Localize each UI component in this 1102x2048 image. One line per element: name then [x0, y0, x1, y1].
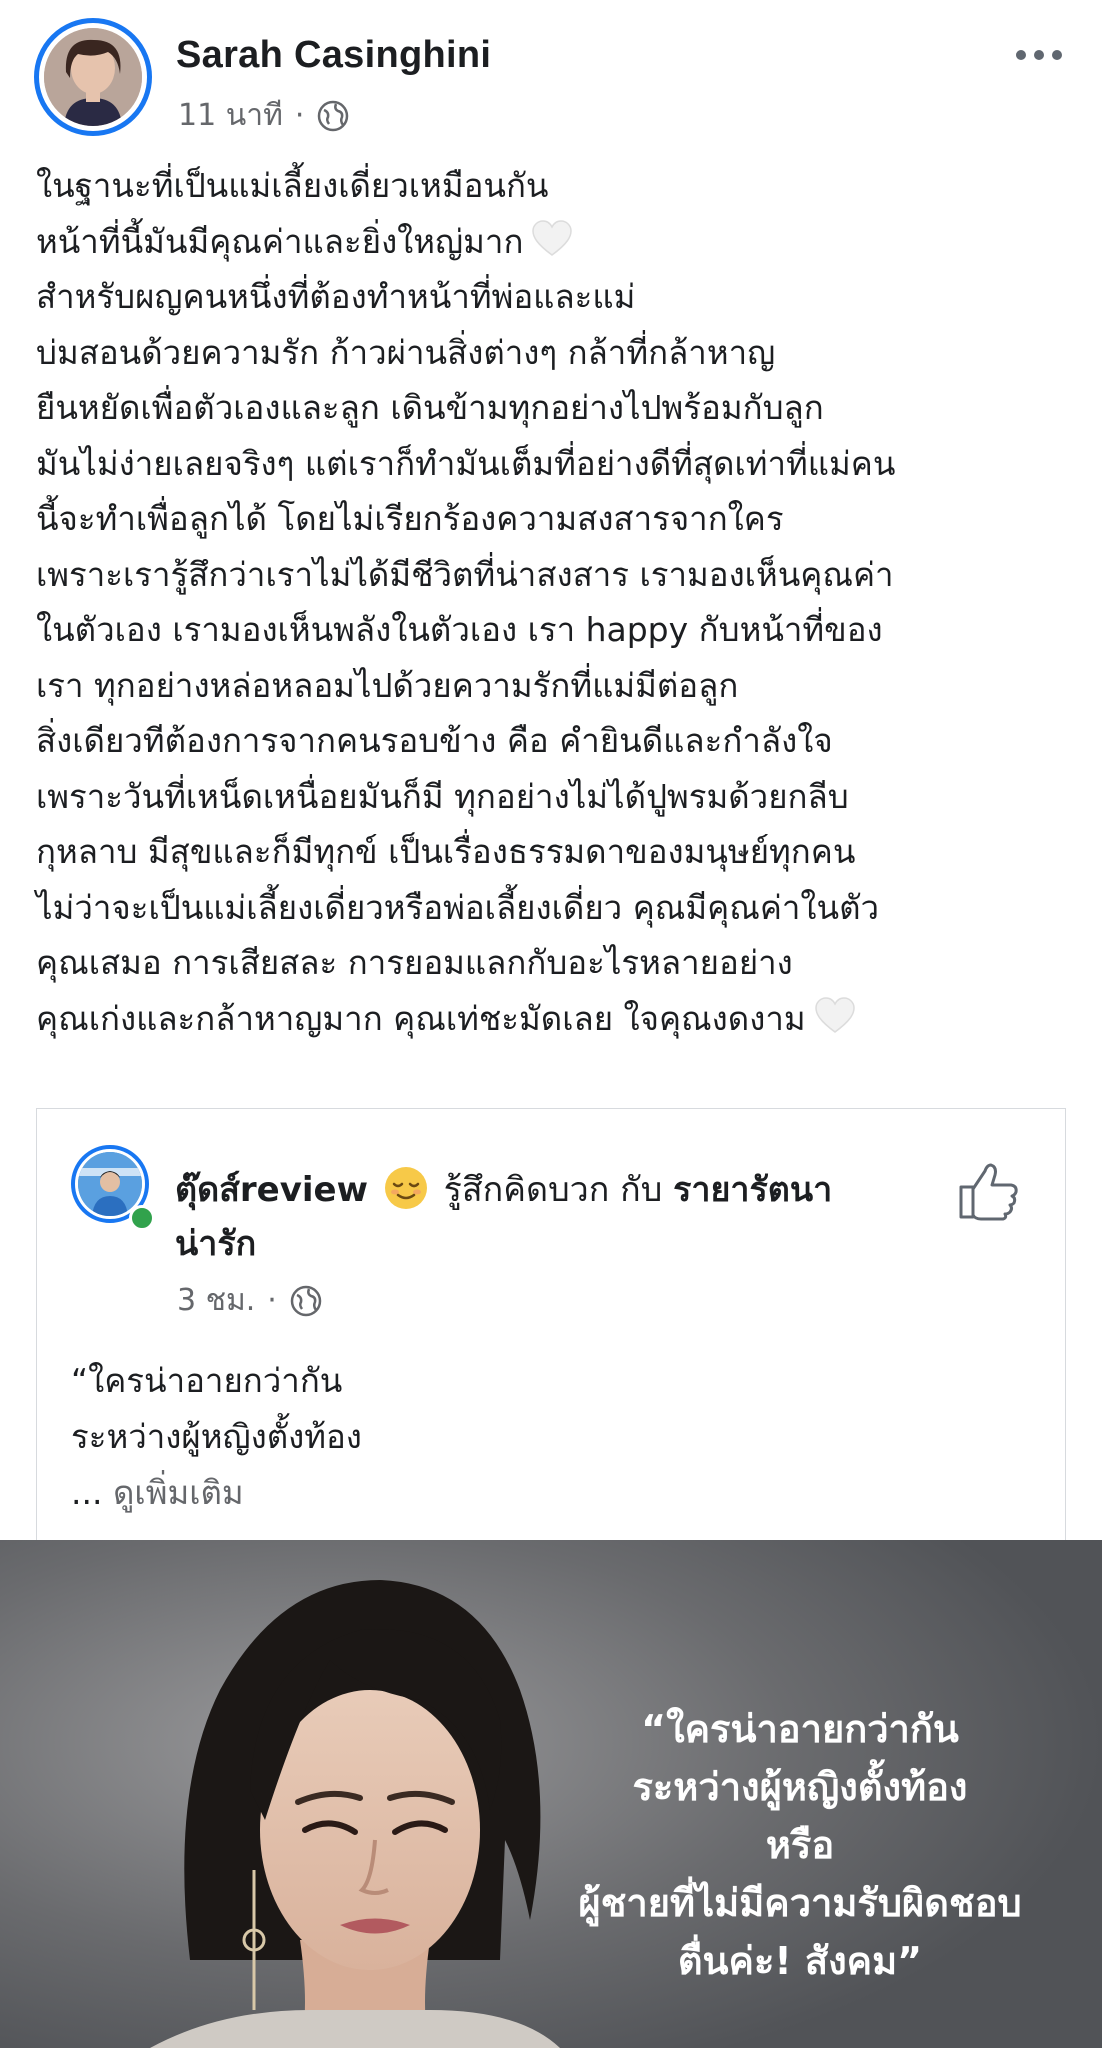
- overlay-line: ผู้ชายที่ไม่มีความรับผิดชอบ: [578, 1881, 1022, 1925]
- shared-post-card[interactable]: ตุ๊ดส์review รู้สึกคิดบวก กับ รายารัตนา …: [36, 1108, 1066, 1540]
- author-avatar[interactable]: [34, 18, 152, 136]
- shared-author-name[interactable]: ตุ๊ดส์review: [175, 1170, 368, 1210]
- more-options-icon[interactable]: [1004, 30, 1074, 80]
- post-line: หน้าที่นี้มันมีคุณค่าและยิ่งใหญ่มาก: [36, 214, 1076, 270]
- see-more-row: ... ดูเพิ่มเติม: [71, 1465, 362, 1521]
- post-line: ยืนหยัดเพื่อตัวเองและลูก เดินข้ามทุกอย่า…: [36, 388, 824, 427]
- post-timestamp[interactable]: 11 นาที: [178, 92, 283, 139]
- feeling-text: รู้สึกคิดบวก กับ: [443, 1170, 663, 1210]
- shared-post-title: ตุ๊ดส์review รู้สึกคิดบวก กับ รายารัตนา …: [175, 1163, 945, 1271]
- post-line: สิ่งเดียวทีต้องการจากคนรอบข้าง คือ คำยิน…: [36, 721, 833, 760]
- post-header: Sarah Casinghini 11 นาที ·: [34, 18, 1074, 138]
- globe-icon: [289, 1284, 323, 1318]
- post-line: เพราะเรารู้สึกว่าเราไม่ได้มีชีวิตที่น่าส…: [36, 554, 894, 594]
- tagged-person[interactable]: รายารัตนา: [673, 1170, 832, 1210]
- post-line: เพราะวันที่เหน็ดเหนื่อยมันก็มี ทุกอย่างไ…: [36, 776, 849, 816]
- post-line: คุณเก่งและกล้าหาญมาก คุณเท่ชะมัดเลย ใจคุ…: [36, 991, 1076, 1047]
- white-heart-icon: [814, 996, 856, 1036]
- shared-avatar-photo: [78, 1152, 142, 1216]
- overlay-line: ระหว่างผู้หญิงตั้งท้อง: [632, 1765, 968, 1809]
- post-line: ในฐานะที่เป็นแม่เลี้ยงเดี่ยวเหมือนกัน: [36, 166, 549, 205]
- shared-post-image[interactable]: “ใครน่าอายกว่ากัน ระหว่างผู้หญิงตั้งท้อง…: [0, 1540, 1102, 2048]
- post-line: ไม่ว่าจะเป็นแม่เลี้ยงเดี่ยวหรือพ่อเลี้ยง…: [36, 887, 880, 927]
- post-meta: 11 นาที ·: [178, 92, 350, 139]
- post-line: เรา ทุกอย่างหล่อหลอมไปด้วยความรักที่แม่ม…: [36, 665, 739, 705]
- author-name[interactable]: Sarah Casinghini: [176, 34, 491, 77]
- post-line: ในตัวเอง เรามองเห็นพลังในตัวเอง เรา happ…: [36, 610, 883, 649]
- post-line: บ่มสอนด้วยความรัก ก้าวผ่านสิ่งต่างๆ กล้า…: [36, 332, 776, 372]
- shared-text-line: ระหว่างผู้หญิงตั้งท้อง: [71, 1417, 362, 1456]
- meta-separator: ·: [294, 98, 305, 133]
- post-line: นี้จะทำเพื่อลูกได้ โดยไม่เรียกร้องความสง…: [36, 499, 784, 538]
- shared-post-body: “ใครน่าอายกว่ากัน ระหว่างผู้หญิงตั้งท้อง…: [71, 1353, 362, 1521]
- tagged-person-cont[interactable]: น่ารัก: [175, 1224, 256, 1264]
- post-line: กุหลาบ มีสุขและก็มีทุกข์ เป็นเรื่องธรรมด…: [36, 832, 856, 871]
- shared-text-line: “ใครน่าอายกว่ากัน: [71, 1361, 343, 1400]
- overlay-line: “ใครน่าอายกว่ากัน: [641, 1707, 959, 1751]
- post-line: คุณเสมอ การเสียสละ การยอมแลกกับอะไรหลายอ…: [36, 943, 793, 982]
- see-more-link[interactable]: ดูเพิ่มเติม: [113, 1473, 244, 1512]
- online-status-dot: [129, 1205, 155, 1231]
- post-line: มันไม่ง่ายเลยจริงๆ แต่เราก็ทำมันเต็มที่อ…: [36, 443, 896, 483]
- post-line: สำหรับผญคนหนึ่งที่ต้องทำหน้าที่พ่อและแม่: [36, 277, 636, 316]
- globe-icon: [316, 99, 350, 133]
- avatar-photo: [44, 28, 142, 126]
- shared-timestamp[interactable]: 3 ชม.: [177, 1277, 255, 1324]
- shared-post-meta: 3 ชม. ·: [177, 1277, 323, 1324]
- feed-post: Sarah Casinghini 11 นาที · ในฐานะที่เป็น…: [0, 0, 1102, 2048]
- relieved-face-icon: [383, 1165, 429, 1211]
- overlay-line: ตื่นค่ะ! สังคม”: [677, 1939, 923, 1983]
- post-body: ในฐานะที่เป็นแม่เลี้ยงเดี่ยวเหมือนกัน หน…: [36, 158, 1076, 1046]
- image-overlay-text: “ใครน่าอายกว่ากัน ระหว่างผู้หญิงตั้งท้อง…: [510, 1700, 1090, 1990]
- white-heart-icon: [531, 219, 573, 259]
- meta-separator: ·: [267, 1283, 277, 1318]
- overlay-line: หรือ: [765, 1823, 835, 1867]
- like-thumb-icon[interactable]: [957, 1159, 1021, 1223]
- ellipsis: ...: [71, 1473, 103, 1512]
